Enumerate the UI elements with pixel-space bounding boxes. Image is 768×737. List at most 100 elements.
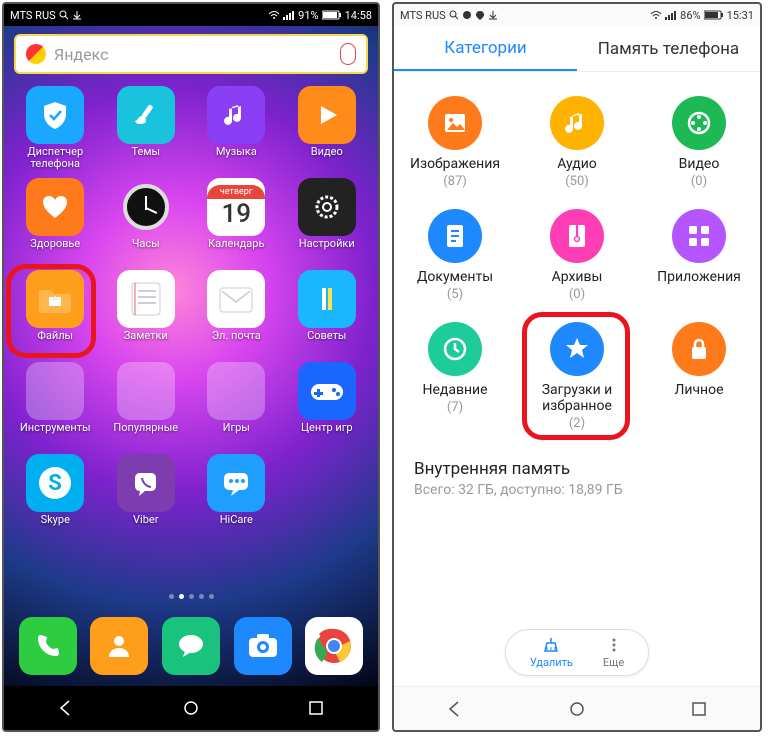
folder-icon xyxy=(207,362,265,420)
app-центр-игр[interactable]: Центр игр xyxy=(282,362,373,454)
app-здоровье[interactable]: Здоровье xyxy=(10,178,101,270)
folder-icon xyxy=(117,362,175,420)
heart-icon xyxy=(26,178,84,236)
play-icon xyxy=(298,86,356,144)
internal-storage-row[interactable]: Внутренняя память Всего: 32 ГБ, доступно… xyxy=(394,445,760,512)
mail-icon xyxy=(207,270,265,328)
location-icon xyxy=(475,10,485,20)
category-label: Личное xyxy=(674,382,723,398)
app-label: Заметки xyxy=(124,330,168,342)
back-button[interactable] xyxy=(441,695,469,723)
app-популярные[interactable]: Популярные xyxy=(101,362,192,454)
back-button[interactable] xyxy=(52,694,80,722)
storage-title: Внутренняя память xyxy=(414,459,740,479)
app-skype[interactable]: S Skype xyxy=(10,454,101,546)
app-viber[interactable]: Viber xyxy=(101,454,192,546)
search-icon xyxy=(59,10,69,20)
search-placeholder: Яндекс xyxy=(54,45,340,64)
category-star[interactable]: Загрузки и избранное(2) xyxy=(516,312,638,441)
app-label: Часы xyxy=(132,238,160,250)
tab-categories[interactable]: Категории xyxy=(394,26,577,71)
clock-icon xyxy=(117,178,175,236)
app-темы[interactable]: Темы xyxy=(101,86,192,178)
category-film[interactable]: Видео(0) xyxy=(638,86,760,199)
dock-phone[interactable] xyxy=(19,617,77,675)
battery-icon xyxy=(704,10,724,20)
app-файлы[interactable]: Файлы xyxy=(10,270,101,362)
app-диспетчер-телефона[interactable]: Диспетчер телефона xyxy=(10,86,101,178)
app-hicare[interactable]: HiCare xyxy=(191,454,282,546)
app-label: Календарь xyxy=(208,238,264,250)
recent-button[interactable] xyxy=(302,694,330,722)
category-label: Архивы xyxy=(552,269,603,285)
app-заметки[interactable]: Заметки xyxy=(101,270,192,362)
apps-icon xyxy=(672,209,726,263)
shield-icon xyxy=(26,86,84,144)
app-label: Темы xyxy=(131,146,160,158)
clock-text: 14:58 xyxy=(345,9,372,22)
download-icon xyxy=(488,10,498,20)
zip-icon xyxy=(550,209,604,263)
recent-icon xyxy=(428,322,482,376)
category-label: Видео xyxy=(679,156,720,172)
folder-icon xyxy=(26,362,84,420)
app-музыка[interactable]: Музыка xyxy=(191,86,282,178)
search-bar[interactable]: Яндекс xyxy=(14,34,368,74)
app-label: Видео xyxy=(311,146,343,158)
delete-button[interactable]: Удалить xyxy=(530,636,573,669)
status-bar: MTS RUS 86% 15:31 xyxy=(394,4,760,26)
signal-icon xyxy=(665,10,677,20)
dock-chrome[interactable] xyxy=(305,617,363,675)
home-button[interactable] xyxy=(563,695,591,723)
page-indicator xyxy=(4,586,378,606)
category-music[interactable]: Аудио(50) xyxy=(516,86,638,199)
app-инструменты[interactable]: Инструменты xyxy=(10,362,101,454)
microphone-icon[interactable] xyxy=(340,43,356,65)
navigation-bar xyxy=(4,686,378,730)
category-label: Приложения xyxy=(657,269,741,285)
recent-button[interactable] xyxy=(685,695,713,723)
app-label: Музыка xyxy=(216,146,257,158)
gear-icon xyxy=(298,178,356,236)
app-label: Диспетчер телефона xyxy=(10,146,100,170)
app-label: Игры xyxy=(223,422,250,434)
app-настройки[interactable]: Настройки xyxy=(282,178,373,270)
wifi-icon xyxy=(650,10,662,20)
app-label: Viber xyxy=(133,514,158,526)
app-label: Эл. почта xyxy=(212,330,261,342)
category-zip[interactable]: Архивы (0) xyxy=(516,199,638,312)
category-label: Изображения xyxy=(410,156,500,172)
tab-storage[interactable]: Память телефона xyxy=(577,26,760,71)
category-label: Недавние xyxy=(422,382,487,398)
category-lock[interactable]: Личное xyxy=(638,312,760,441)
calendar-icon: четверг19 xyxy=(207,178,265,236)
dock xyxy=(4,606,378,686)
dock-contacts[interactable] xyxy=(90,617,148,675)
lock-icon xyxy=(672,322,726,376)
dock-camera[interactable] xyxy=(234,617,292,675)
carrier-text: MTS RUS xyxy=(400,9,446,22)
dock-messages[interactable] xyxy=(162,617,220,675)
category-apps[interactable]: Приложения xyxy=(638,199,760,312)
music-icon xyxy=(207,86,265,144)
app-видео[interactable]: Видео xyxy=(282,86,373,178)
app-label: Skype xyxy=(41,514,70,526)
app-советы[interactable]: Советы xyxy=(282,270,373,362)
gamepad-icon xyxy=(298,362,356,420)
category-count: (0) xyxy=(569,287,585,302)
broom-icon xyxy=(541,636,561,654)
more-button[interactable]: Еще xyxy=(603,636,624,669)
tab-bar: Категории Память телефона xyxy=(394,26,760,72)
app-эл-почта[interactable]: Эл. почта xyxy=(191,270,282,362)
home-button[interactable] xyxy=(177,694,205,722)
bottom-actions: Удалить Еще xyxy=(394,621,760,686)
category-recent[interactable]: Недавние(7) xyxy=(394,312,516,441)
category-image[interactable]: Изображения(87) xyxy=(394,86,516,199)
app-календарь[interactable]: четверг19 Календарь xyxy=(191,178,282,270)
app-label: Советы xyxy=(307,330,346,342)
phone-homescreen: MTS RUS 91% 14:58 Яндекс Диспетчер телеф… xyxy=(2,2,380,732)
svg-text:S: S xyxy=(48,471,62,496)
app-часы[interactable]: Часы xyxy=(101,178,192,270)
app-игры[interactable]: Игры xyxy=(191,362,282,454)
category-doc[interactable]: Документы(5) xyxy=(394,199,516,312)
